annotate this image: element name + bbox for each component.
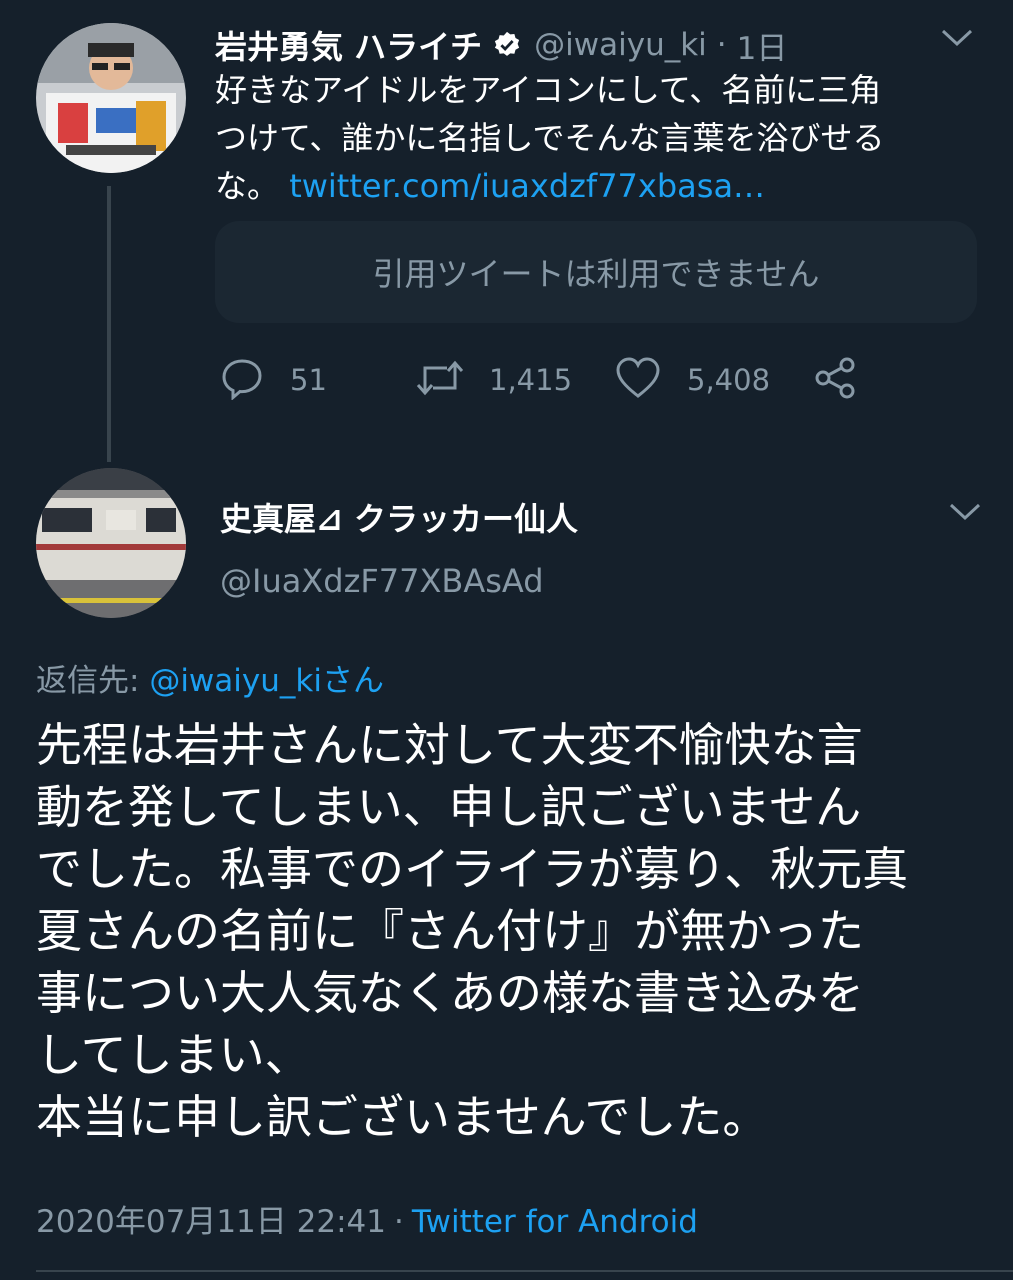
thread-connector-line	[107, 186, 111, 462]
tweet2-handle[interactable]: @IuaXdzF77XBAsAd	[220, 562, 544, 600]
retweet-count: 1,415	[489, 363, 573, 397]
separator-dot: ·	[393, 1204, 404, 1240]
reply-button[interactable]: 51	[220, 356, 327, 404]
tweet2-date[interactable]: 2020年07月11日 22:41	[36, 1204, 386, 1240]
reply-to-label: 返信先:	[36, 663, 150, 699]
reply-to-line: 返信先: @iwaiyu_kiさん	[36, 655, 384, 700]
tweet2-body: 先程は岩井さんに対して大変不愉快な言 動を発してしまい、申し訳ございません でし…	[36, 714, 996, 1148]
tweet2-body-line: 事につい大人気なくあの様な書き込みを	[36, 966, 864, 1020]
verified-badge-icon	[492, 30, 522, 60]
tweet1-text-line: 好きなアイドルをアイコンにして、名前に三角	[215, 71, 882, 109]
tweet2-body-line: 夏さんの名前に『さん付け』が無かった	[36, 904, 864, 958]
tweet1-handle[interactable]: @iwaiyu_ki	[534, 27, 707, 63]
retweet-button[interactable]: 1,415	[415, 356, 572, 404]
tweet1-text-line: つけて、誰かに名指しでそんな言葉を浴びせる	[215, 119, 885, 157]
tweet2-meta: 2020年07月11日 22:41 · Twitter for Android	[36, 1196, 698, 1241]
like-count: 5,408	[687, 363, 771, 397]
divider	[36, 1270, 1013, 1272]
tweet1-text: 好きなアイドルをアイコンにして、名前に三角 つけて、誰かに名指しでそんな言葉を浴…	[215, 66, 975, 210]
tweet2-body-line: 本当に申し訳ございませんでした。	[36, 1090, 769, 1144]
tweet1-text-line: な。 twitter.com/iuaxdzf77xbasa…	[215, 162, 975, 210]
avatar-iwaiyu[interactable]	[36, 23, 186, 173]
reply-to-target[interactable]: @iwaiyu_kiさん	[149, 663, 384, 699]
reply-icon	[220, 356, 264, 404]
tweet1-time[interactable]: 1日	[737, 23, 788, 68]
tweet2-header: 史真屋⊿ クラッカー仙人	[220, 494, 578, 540]
quote-unavailable-text: 引用ツイートは利用できません	[372, 255, 820, 293]
separator-dot: ·	[716, 27, 727, 63]
quote-unavailable-box: 引用ツイートは利用できません	[215, 221, 977, 323]
reply-count: 51	[290, 363, 327, 397]
like-icon	[615, 356, 661, 404]
chevron-down-icon[interactable]	[940, 28, 974, 52]
tweet2-body-line: してしまい、	[36, 1028, 311, 1082]
tweet2-author-name[interactable]: 史真屋⊿ クラッカー仙人	[220, 494, 578, 540]
retweet-icon	[415, 356, 465, 404]
tweet2-client[interactable]: Twitter for Android	[412, 1204, 698, 1240]
share-icon	[814, 356, 858, 404]
tweet2-body-line: 動を発してしまい、申し訳ございません	[36, 780, 862, 834]
tweet1-author-name[interactable]: 岩井勇気 ハライチ	[215, 22, 482, 68]
tweet1-text-tail: な。	[215, 167, 280, 205]
tweet2-body-line: でした。私事でのイライラが募り、秋元真	[36, 842, 909, 896]
chevron-down-icon[interactable]	[948, 502, 982, 526]
tweet2-handle-row: @IuaXdzF77XBAsAd	[220, 562, 544, 600]
tweet2-body-line: 先程は岩井さんに対して大変不愉快な言	[36, 718, 863, 772]
like-button[interactable]: 5,408	[615, 356, 770, 404]
tweet1-header: 岩井勇気 ハライチ @iwaiyu_ki · 1日	[215, 22, 787, 68]
avatar-iuaxdzf77xbasad[interactable]	[36, 468, 186, 618]
tweet1-link[interactable]: twitter.com/iuaxdzf77xbasa…	[289, 167, 765, 205]
share-button[interactable]	[814, 356, 858, 404]
